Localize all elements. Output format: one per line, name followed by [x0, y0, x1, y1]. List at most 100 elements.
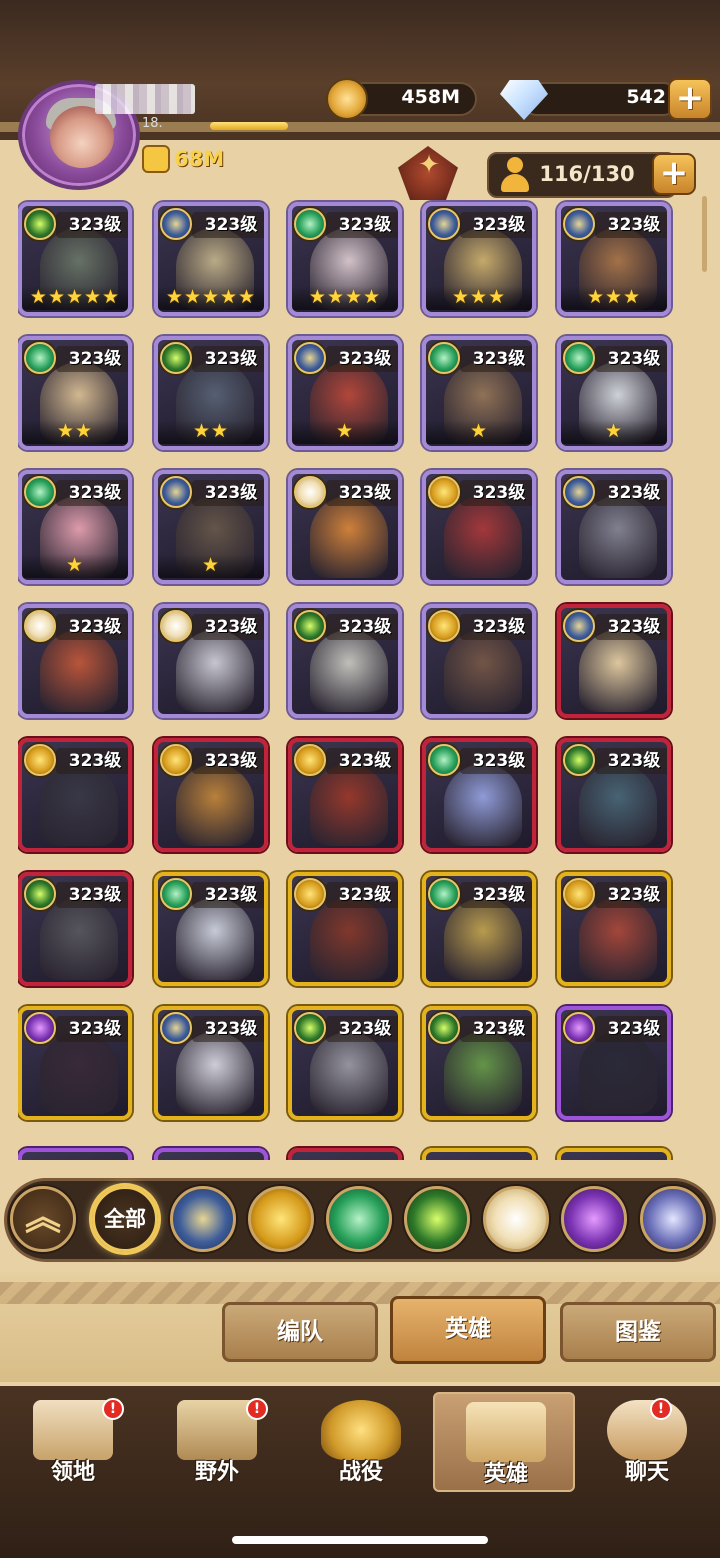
hero-card[interactable]: 323级 [557, 872, 671, 986]
faction-gold-icon [160, 744, 192, 776]
hero-portrait [310, 496, 388, 578]
hero-stars: ★★★★★ [22, 286, 128, 310]
hero-card[interactable]: 323级 [154, 738, 268, 852]
hero-card[interactable]: 323级 [422, 1006, 536, 1120]
hero-level: 323级 [56, 882, 128, 908]
nav-chat[interactable]: 聊天 [576, 1392, 718, 1492]
gold-coin-icon [326, 78, 368, 120]
hero-card-partial[interactable] [288, 1148, 402, 1160]
hero-card[interactable]: 323级 [557, 604, 671, 718]
tab-codex[interactable]: 图鉴 [560, 1302, 716, 1362]
hero-card[interactable]: 323级 ★★★ [557, 202, 671, 316]
hero-level: 323级 [192, 748, 264, 774]
hero-card[interactable]: 323级 [288, 604, 402, 718]
hero-portrait [310, 1032, 388, 1114]
hero-card[interactable]: 323级 ★ [557, 336, 671, 450]
hero-card[interactable]: 323级 [18, 738, 132, 852]
hero-card[interactable]: 323级 [154, 604, 268, 718]
hero-card[interactable]: 323级 [288, 872, 402, 986]
hero-stars: ★★ [22, 420, 128, 444]
hero-card[interactable]: 323级 [557, 738, 671, 852]
filter-light-icon[interactable] [483, 1186, 549, 1252]
scrollbar[interactable] [702, 196, 707, 272]
filter-blue-icon[interactable] [170, 1186, 236, 1252]
hero-card[interactable]: 323级 [18, 1006, 132, 1120]
hero-card[interactable]: 323级 ★★★ [422, 202, 536, 316]
hero-card[interactable]: 323级 [422, 604, 536, 718]
hero-card[interactable]: 323级 ★ [18, 470, 132, 584]
hero-card[interactable]: 323级 ★★★★★ [18, 202, 132, 316]
hero-card[interactable]: 323级 [154, 872, 268, 986]
nav-label: 英雄 [483, 1462, 528, 1487]
hero-card[interactable]: 323级 ★ [422, 336, 536, 450]
filter-eye-icon[interactable] [404, 1186, 470, 1252]
filter-all-button[interactable]: 全部 [92, 1186, 158, 1252]
hero-card[interactable]: 323级 ★ [154, 470, 268, 584]
hero-level: 323级 [56, 748, 128, 774]
faction-blue-icon [428, 208, 460, 240]
faction-light-icon [294, 476, 326, 508]
filter-void-icon[interactable] [640, 1186, 706, 1252]
hero-portrait [579, 898, 657, 980]
collapse-icon[interactable]: ︽ [10, 1186, 76, 1252]
hero-level: 323级 [56, 212, 128, 238]
hero-card[interactable]: 323级 [557, 470, 671, 584]
hero-level: 323级 [460, 748, 532, 774]
hero-card[interactable]: 323级 ★★ [18, 336, 132, 450]
hero-level: 323级 [460, 614, 532, 640]
notification-badge: ! [246, 1398, 268, 1420]
hero-level: 323级 [595, 346, 667, 372]
faction-green-icon [428, 342, 460, 374]
hero-card-partial[interactable] [557, 1148, 671, 1160]
filter-dark-icon[interactable] [561, 1186, 627, 1252]
hero-card[interactable]: 323级 [18, 604, 132, 718]
hero-grid[interactable]: 323级 ★★★★★ 323级 ★★★★★ 323级 ★★★★ 323级 ★★★ 323级 ★★★… [18, 198, 706, 1160]
hero-card[interactable]: 323级 ★★★★★ [154, 202, 268, 316]
hero-card[interactable]: 323级 ★★ [154, 336, 268, 450]
hero-level: 323级 [192, 480, 264, 506]
hero-card[interactable]: 323级 ★ [288, 336, 402, 450]
faction-green-icon [24, 342, 56, 374]
hero-card[interactable]: 323级 [422, 470, 536, 584]
hero-portrait [40, 630, 118, 712]
faction-blue-icon [563, 610, 595, 642]
home-indicator[interactable] [232, 1536, 488, 1544]
faction-green-icon [294, 208, 326, 240]
tab-heroes[interactable]: 英雄 [390, 1296, 546, 1364]
hero-level: 323级 [192, 882, 264, 908]
castle-icon [33, 1400, 113, 1460]
nav-heroes[interactable]: 英雄 [433, 1392, 575, 1492]
faction-eye-icon [563, 744, 595, 776]
hero-portrait [310, 630, 388, 712]
hero-card[interactable]: 323级 [557, 1006, 671, 1120]
expand-hero-slots-button[interactable]: + [652, 153, 696, 195]
buy-gems-button[interactable]: + [668, 78, 712, 120]
faction-green-icon [428, 878, 460, 910]
hero-card[interactable]: 323级 [154, 1006, 268, 1120]
hero-card[interactable]: 323级 [288, 738, 402, 852]
hero-portrait [176, 1032, 254, 1114]
hero-level: 323级 [326, 748, 398, 774]
faction-green-icon [563, 342, 595, 374]
hero-card[interactable]: 323级 [288, 1006, 402, 1120]
hero-card[interactable]: 323级 [288, 470, 402, 584]
hero-level: 323级 [192, 212, 264, 238]
hero-card-partial[interactable] [18, 1148, 132, 1160]
nav-campaign[interactable]: 战役 [290, 1392, 432, 1492]
hero-card[interactable]: 323级 [18, 872, 132, 986]
hero-portrait [444, 764, 522, 846]
hero-stars: ★ [158, 554, 264, 578]
tab-formation[interactable]: 编队 [222, 1302, 378, 1362]
hero-card[interactable]: 323级 ★★★★ [288, 202, 402, 316]
filter-green-icon[interactable] [326, 1186, 392, 1252]
hero-stars: ★ [292, 420, 398, 444]
power-value: 68M [174, 147, 225, 171]
star-icon: ✦ [418, 150, 440, 180]
hero-card[interactable]: 323级 [422, 872, 536, 986]
hero-card-partial[interactable] [154, 1148, 268, 1160]
hero-card[interactable]: 323级 [422, 738, 536, 852]
nav-label: 野外 [194, 1460, 239, 1485]
hero-card-partial[interactable] [422, 1148, 536, 1160]
filter-gold-icon[interactable] [248, 1186, 314, 1252]
nav-label: 聊天 [624, 1460, 669, 1485]
